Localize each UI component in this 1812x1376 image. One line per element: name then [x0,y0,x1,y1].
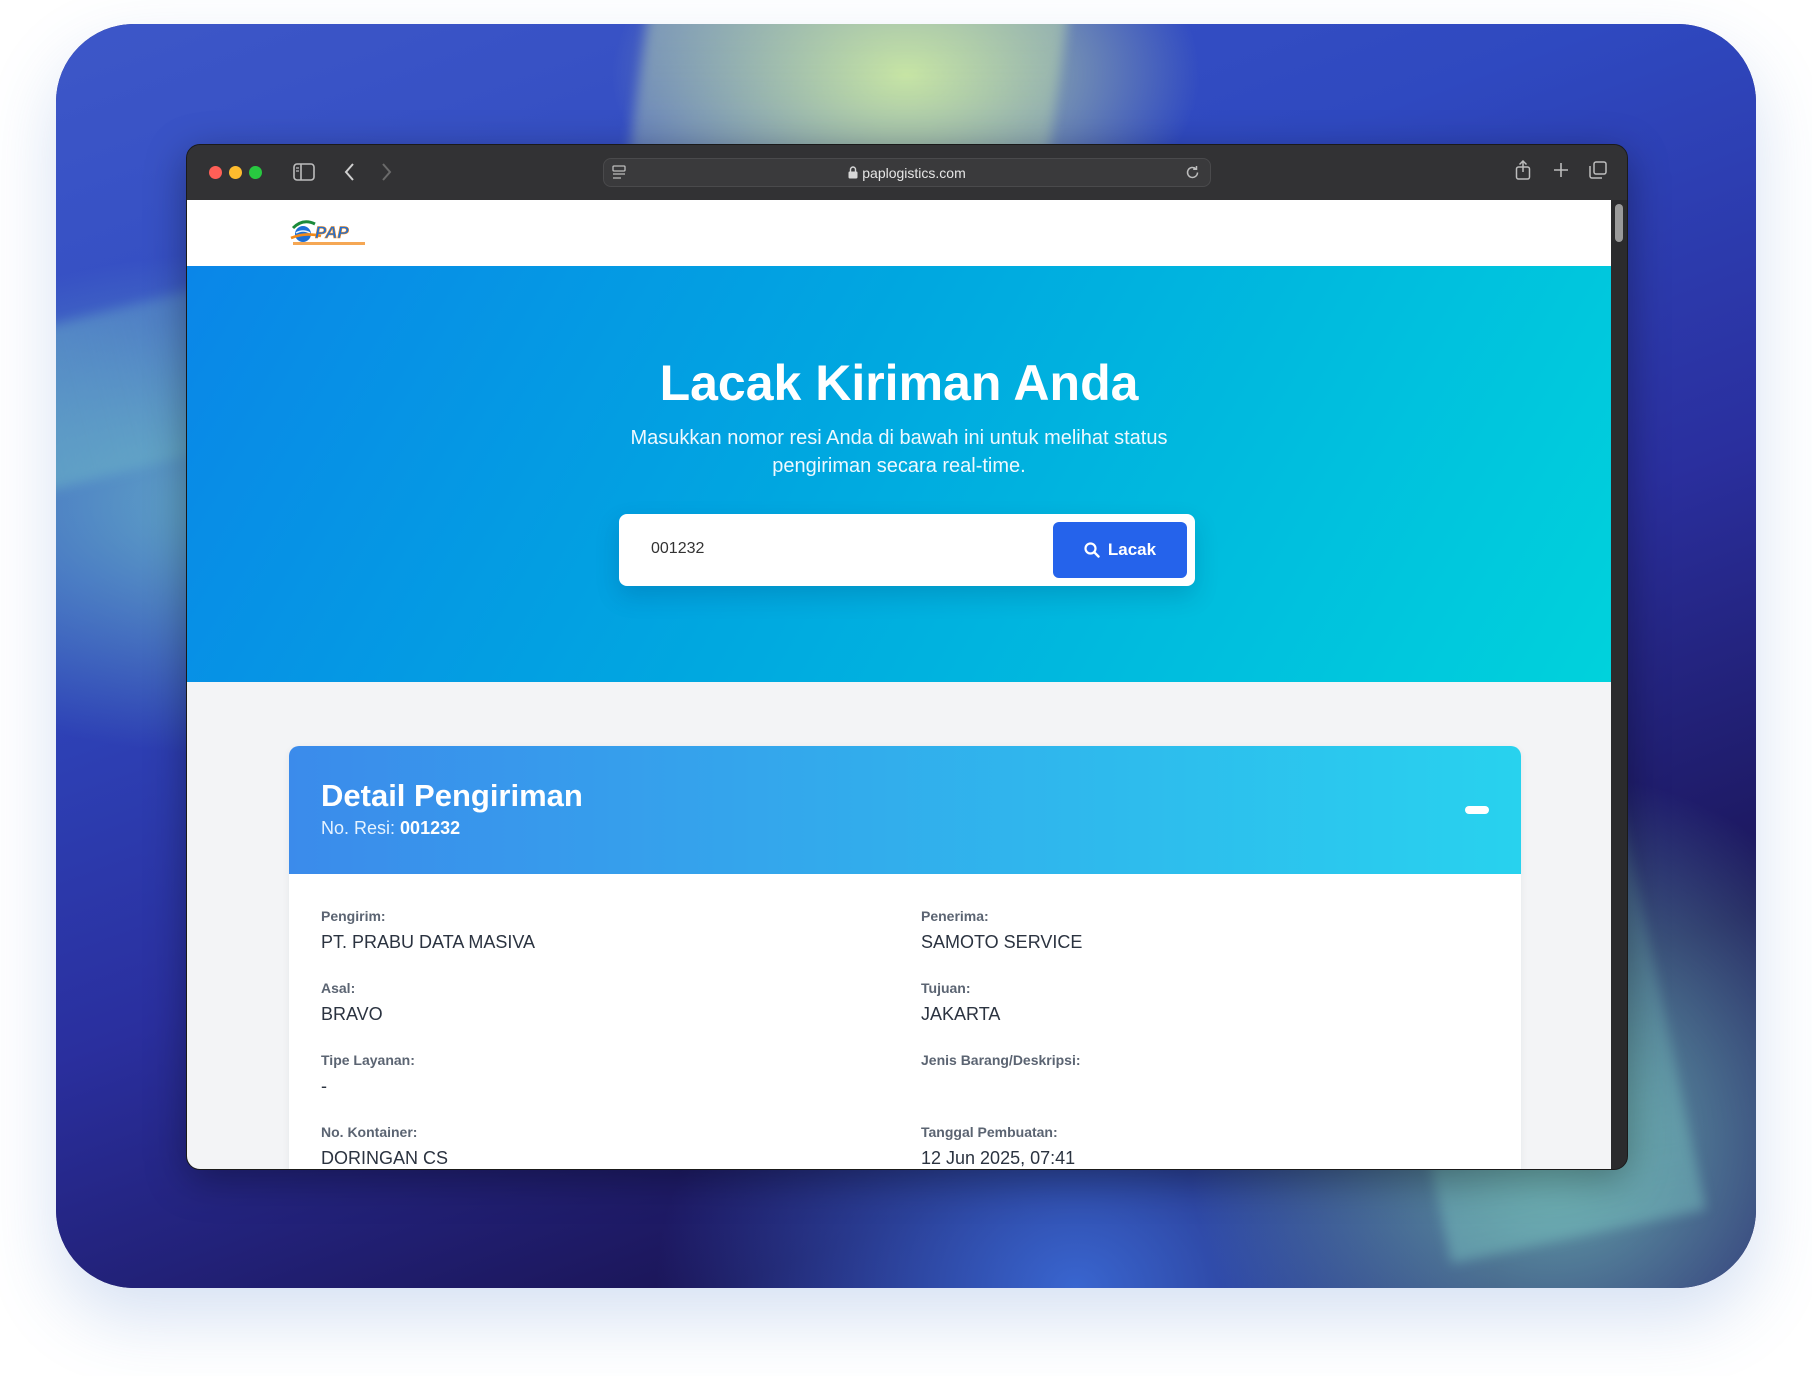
search-icon [1084,542,1100,558]
browser-window: paplogistics.com PAP Lacak Kiriman Anda … [186,144,1628,1170]
field-container-number: No. Kontainer: DORINGAN CS [321,1124,881,1169]
field-value: 12 Jun 2025, 07:41 [921,1148,1076,1168]
resi-value: 001232 [400,818,461,838]
url-text[interactable]: paplogistics.com [604,165,1210,182]
minimize-window-button[interactable] [229,166,242,179]
field-service-type: Tipe Layanan: - [321,1052,881,1097]
hero-subtitle-line: Masukkan nomor resi Anda di bawah ini un… [630,427,1168,449]
browser-toolbar: paplogistics.com [187,145,1627,200]
field-label: Jenis Barang/Deskripsi: [921,1052,1081,1068]
hero-section: Lacak Kiriman Anda Masukkan nomor resi A… [187,266,1611,682]
field-value: SAMOTO SERVICE [921,932,1083,952]
url-label: paplogistics.com [862,165,966,181]
track-button[interactable]: Lacak [1053,522,1187,578]
field-label: Pengirim: [321,908,386,924]
site-navbar: PAP [187,200,1611,266]
back-icon[interactable] [343,162,357,186]
field-label: Tujuan: [921,980,971,996]
shipment-detail-card: Detail Pengiriman No. Resi: 001232 Pengi… [289,746,1521,1169]
pap-logo[interactable]: PAP [289,214,369,250]
field-goods-description: Jenis Barang/Deskripsi: [921,1052,1481,1076]
field-label: Tanggal Pembuatan: [921,1124,1058,1140]
address-bar[interactable]: paplogistics.com [603,158,1211,187]
resi-label: No. Resi: [321,818,396,838]
lock-icon [848,166,858,182]
hero-subtitle-line: pengiriman secara real-time. [772,455,1026,477]
field-origin: Asal: BRAVO [321,980,881,1025]
field-sender: Pengirim: PT. PRABU DATA MASIVA [321,908,881,953]
field-label: Asal: [321,980,356,996]
field-value: BRAVO [321,1004,383,1024]
tracking-search-box: 001232 Lacak [619,514,1195,586]
field-label: Penerima: [921,908,989,924]
field-recipient: Penerima: SAMOTO SERVICE [921,908,1481,953]
tab-overview-icon[interactable] [1589,161,1607,183]
new-tab-icon[interactable] [1553,162,1569,182]
hero-subtitle: Masukkan nomor resi Anda di bawah ini un… [599,424,1199,480]
track-button-label: Lacak [1107,540,1157,559]
svg-text:PAP: PAP [315,223,349,242]
field-destination: Tujuan: JAKARTA [921,980,1481,1025]
field-label: No. Kontainer: [321,1124,418,1140]
shipment-detail-header: Detail Pengiriman No. Resi: 001232 [289,746,1521,874]
page-scrollbar[interactable] [1611,200,1627,1169]
forward-icon[interactable] [379,162,393,186]
field-created-date: Tanggal Pembuatan: 12 Jun 2025, 07:41 [921,1124,1481,1169]
close-window-button[interactable] [209,166,222,179]
hero-title: Lacak Kiriman Anda [659,355,1139,411]
sidebar-toggle-icon[interactable] [293,163,315,185]
share-icon[interactable] [1515,159,1531,184]
field-label: Tipe Layanan: [321,1052,415,1068]
field-value: PT. PRABU DATA MASIVA [321,932,536,952]
tracking-number-input[interactable]: 001232 [651,540,704,558]
field-value: JAKARTA [921,1004,1001,1024]
tracking-number-line: No. Resi: 001232 [321,818,460,839]
field-value: - [321,1076,327,1096]
scrollbar-thumb[interactable] [1615,204,1623,242]
maximize-window-button[interactable] [249,166,262,179]
reload-icon[interactable] [1185,165,1200,185]
collapse-toggle-button[interactable] [1465,806,1489,814]
field-value: DORINGAN CS [321,1148,449,1168]
shipment-detail-title: Detail Pengiriman [321,778,583,813]
web-page: PAP Lacak Kiriman Anda Masukkan nomor re… [187,200,1611,1169]
